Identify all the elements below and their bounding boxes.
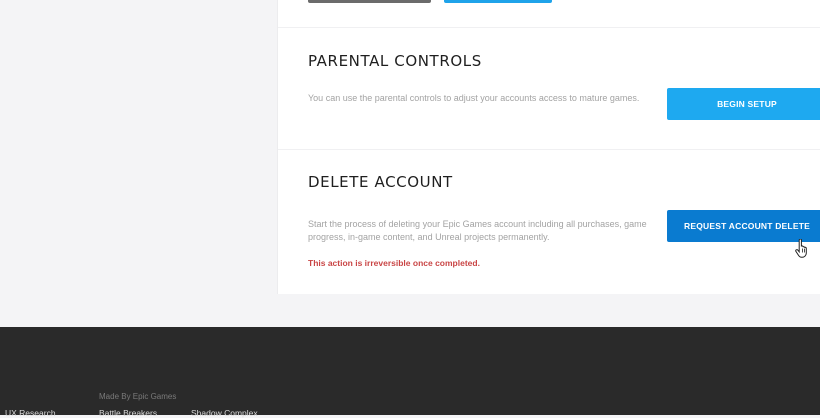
previous-section-primary-button[interactable]	[444, 0, 552, 3]
previous-section-secondary-button[interactable]	[308, 0, 431, 3]
delete-account-description: Start the process of deleting your Epic …	[308, 219, 647, 242]
site-footer: Made By Epic Games UX Research Battle Br…	[0, 327, 820, 418]
irreversible-warning: This action is irreversible once complet…	[308, 258, 480, 268]
footer-link-ux-research[interactable]: UX Research	[5, 408, 56, 418]
delete-account-title: DELETE ACCOUNT	[308, 173, 453, 191]
left-sidebar-area	[0, 0, 277, 294]
section-divider	[278, 27, 820, 28]
parental-controls-description: You can use the parental controls to adj…	[308, 93, 640, 103]
account-settings-panel: PARENTAL CONTROLS You can use the parent…	[277, 0, 820, 294]
section-divider	[278, 149, 820, 150]
hand-pointer-icon	[795, 239, 807, 258]
parental-controls-title: PARENTAL CONTROLS	[308, 52, 482, 70]
made-by-heading: Made By Epic Games	[99, 392, 177, 401]
footer-link-shadow-complex[interactable]: Shadow Complex	[191, 408, 258, 418]
request-account-delete-button[interactable]: REQUEST ACCOUNT DELETE	[667, 210, 820, 242]
begin-setup-button[interactable]: BEGIN SETUP	[667, 88, 820, 120]
footer-link-battle-breakers[interactable]: Battle Breakers	[99, 408, 157, 418]
